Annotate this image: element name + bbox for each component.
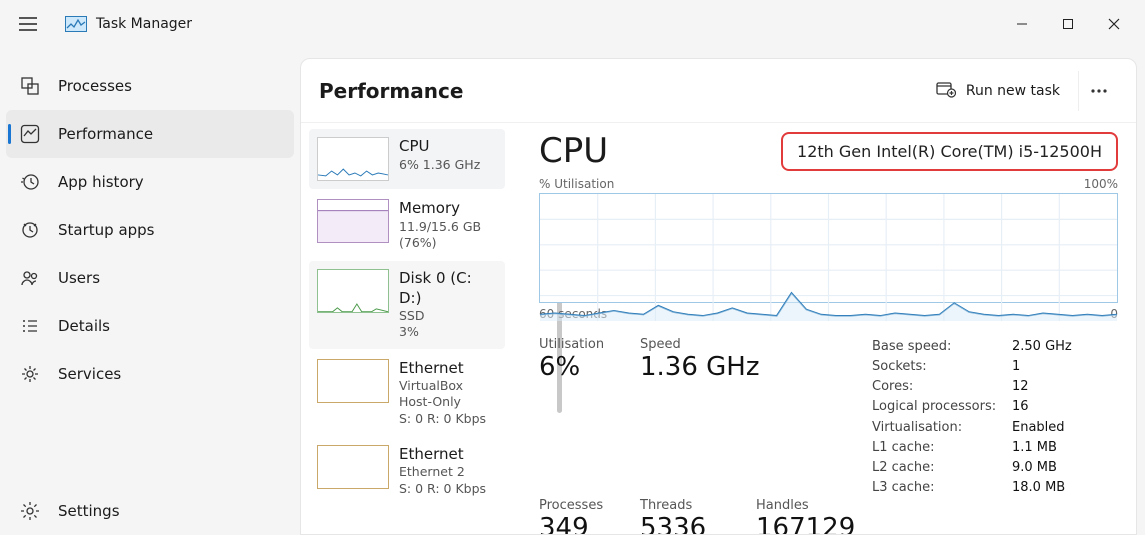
tile-sub2: S: 0 R: 0 Kbps <box>399 481 486 497</box>
util-label: Utilisation <box>539 337 634 352</box>
chart-ytitle: % Utilisation <box>539 177 614 191</box>
tile-sub: VirtualBox Host-Only <box>399 378 497 411</box>
nav-label: Startup apps <box>58 221 155 239</box>
close-button[interactable] <box>1091 8 1137 40</box>
app-icon <box>64 15 88 33</box>
content-panel: Performance Run new task CPU 6% 1.36 GHz <box>300 58 1137 535</box>
spec-value: 1.1 MB <box>1012 438 1057 458</box>
processes-icon <box>18 74 42 98</box>
proc-label: Processes <box>539 498 634 513</box>
minimize-button[interactable] <box>999 8 1045 40</box>
hnd-label: Handles <box>756 498 866 513</box>
tile-sub: Ethernet 2 <box>399 464 486 480</box>
spec-value: 2.50 GHz <box>1012 337 1072 357</box>
spec-value: 12 <box>1012 377 1029 397</box>
content-header: Performance Run new task <box>301 59 1136 123</box>
page-title: Performance <box>319 79 463 103</box>
nav-services[interactable]: Services <box>0 350 300 398</box>
nav-label: Settings <box>58 502 120 520</box>
tile-net-chart <box>317 359 389 403</box>
spec-key: Sockets: <box>872 357 1004 377</box>
tile-sub: 6% 1.36 GHz <box>399 157 480 173</box>
details-icon <box>18 314 42 338</box>
detail-panel: CPU 12th Gen Intel(R) Core(TM) i5-12500H… <box>511 123 1136 534</box>
services-icon <box>18 362 42 386</box>
window-controls <box>999 8 1137 40</box>
cpu-utilisation-chart <box>539 193 1118 303</box>
spec-table: Base speed: 2.50 GHz Sockets: 1 Cores: 12 Logi… <box>872 337 1118 498</box>
spec-key: L3 cache: <box>872 478 1004 498</box>
spec-key: Cores: <box>872 377 1004 397</box>
tile-net-chart <box>317 445 389 489</box>
cpu-model-highlight: 12th Gen Intel(R) Core(TM) i5-12500H <box>781 132 1118 171</box>
startup-icon <box>18 218 42 242</box>
tile-disk-0[interactable]: Disk 0 (C: D:) SSD 3% <box>309 261 505 349</box>
tile-title: CPU <box>399 137 480 157</box>
spec-value: 18.0 MB <box>1012 478 1065 498</box>
tile-ethernet-2[interactable]: Ethernet Ethernet 2 S: 0 R: 0 Kbps <box>309 437 505 505</box>
tile-cpu-chart <box>317 137 389 181</box>
hamburger-button[interactable] <box>8 4 48 44</box>
run-task-icon <box>936 80 956 102</box>
performance-icon <box>18 122 42 146</box>
spec-key: L1 cache: <box>872 438 1004 458</box>
spec-key: Base speed: <box>872 337 1004 357</box>
speed-value: 1.36 GHz <box>640 352 866 382</box>
spec-value: Enabled <box>1012 418 1065 438</box>
nav-label: Details <box>58 317 110 335</box>
history-icon <box>18 170 42 194</box>
thr-value: 5336 <box>640 513 750 535</box>
tile-memory-chart <box>317 199 389 243</box>
chart-ymax: 100% <box>1084 177 1118 191</box>
thr-label: Threads <box>640 498 750 513</box>
nav-label: App history <box>58 173 144 191</box>
nav-startup-apps[interactable]: Startup apps <box>0 206 300 254</box>
nav-users[interactable]: Users <box>0 254 300 302</box>
more-button[interactable] <box>1078 71 1118 111</box>
titlebar: Task Manager <box>0 0 1145 48</box>
app-title: Task Manager <box>96 16 192 32</box>
nav-label: Users <box>58 269 100 287</box>
tile-sub: SSD <box>399 308 497 324</box>
detail-title: CPU <box>539 131 608 171</box>
nav-label: Processes <box>58 77 132 95</box>
nav-processes[interactable]: Processes <box>0 62 300 110</box>
tile-sub2: S: 0 R: 0 Kbps <box>399 411 497 427</box>
nav-label: Services <box>58 365 121 383</box>
tile-disk-chart <box>317 269 389 313</box>
spec-key: Logical processors: <box>872 397 1004 417</box>
spec-value: 9.0 MB <box>1012 458 1057 478</box>
tile-ethernet-1[interactable]: Ethernet VirtualBox Host-Only S: 0 R: 0 … <box>309 351 505 435</box>
nav-settings[interactable]: Settings <box>0 487 300 535</box>
hnd-value: 167129 <box>756 513 866 535</box>
tile-sub: 11.9/15.6 GB (76%) <box>399 219 497 252</box>
proc-value: 349 <box>539 513 634 535</box>
tile-memory[interactable]: Memory 11.9/15.6 GB (76%) <box>309 191 505 259</box>
nav-details[interactable]: Details <box>0 302 300 350</box>
tile-cpu[interactable]: CPU 6% 1.36 GHz <box>309 129 505 189</box>
spec-value: 1 <box>1012 357 1020 377</box>
maximize-button[interactable] <box>1045 8 1091 40</box>
util-value: 6% <box>539 352 634 382</box>
gear-icon <box>18 499 42 523</box>
spec-value: 16 <box>1012 397 1029 417</box>
spec-key: Virtualisation: <box>872 418 1004 438</box>
tile-title: Disk 0 (C: D:) <box>399 269 497 308</box>
run-new-task-button[interactable]: Run new task <box>924 74 1072 108</box>
tile-sub2: 3% <box>399 324 497 340</box>
nav-label: Performance <box>58 125 153 143</box>
speed-label: Speed <box>640 337 866 352</box>
resource-tiles: CPU 6% 1.36 GHz Memory 11.9/15.6 GB (76%… <box>301 123 511 534</box>
users-icon <box>18 266 42 290</box>
nav-performance[interactable]: Performance <box>6 110 294 158</box>
nav-app-history[interactable]: App history <box>0 158 300 206</box>
tile-title: Ethernet <box>399 359 497 379</box>
tile-title: Ethernet <box>399 445 486 465</box>
spec-key: L2 cache: <box>872 458 1004 478</box>
tile-title: Memory <box>399 199 497 219</box>
sidebar: Processes Performance App history Startu… <box>0 48 300 535</box>
run-task-label: Run new task <box>966 83 1060 99</box>
